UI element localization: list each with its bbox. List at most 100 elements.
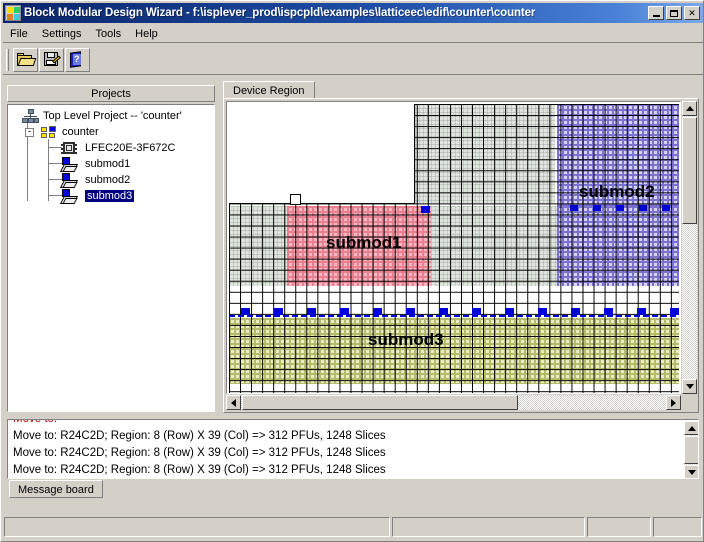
project-tree[interactable]: Top Level Project -- 'counter' - counter — [7, 104, 215, 412]
project-root-icon — [22, 108, 40, 124]
scroll-left-button[interactable] — [226, 395, 241, 410]
status-bar — [3, 515, 703, 539]
hscroll-thumb[interactable] — [242, 395, 518, 410]
arrow-up-icon — [685, 106, 694, 111]
scrollbar-corner — [682, 395, 697, 410]
projects-header: Projects — [7, 85, 215, 102]
device-blank-border — [229, 104, 415, 204]
tree-item-device[interactable]: LFEC20E-3F672C — [61, 140, 214, 156]
port-marker — [571, 308, 580, 315]
maximize-button[interactable] — [666, 6, 682, 20]
arrow-down-icon — [685, 384, 694, 389]
open-button[interactable] — [13, 47, 38, 72]
canvas-hscrollbar[interactable] — [226, 395, 681, 410]
message-vscrollbar[interactable] — [684, 421, 698, 478]
tree-item-label-selected: submod3 — [85, 190, 135, 202]
message-line: Move to: R24C2D; Region: 8 (Row) X 39 (C… — [13, 464, 386, 476]
minimize-button[interactable] — [648, 6, 664, 20]
menu-item-help[interactable]: Help — [128, 26, 165, 42]
tree-item-label: LFEC20E-3F672C — [85, 142, 176, 154]
region-boundary-submod3 — [229, 315, 679, 317]
vscroll-thumb[interactable] — [682, 117, 697, 224]
save-button[interactable] — [39, 47, 64, 72]
tree-item-submod1[interactable]: submod1 — [59, 156, 214, 172]
application-window: Block Modular Design Wizard - f:\ispleve… — [0, 0, 704, 542]
menu-item-settings[interactable]: Settings — [35, 26, 89, 42]
status-pane-1 — [4, 517, 390, 537]
region-label-submod1: submod1 — [326, 233, 402, 252]
port-marker — [662, 205, 670, 211]
port-marker — [406, 308, 415, 315]
port-marker — [274, 308, 283, 315]
message-scroll-down-button[interactable] — [684, 465, 698, 478]
tab-message-board[interactable]: Message board — [9, 480, 103, 498]
module-icon — [41, 125, 59, 140]
save-icon — [43, 51, 61, 68]
menu-item-tools[interactable]: Tools — [88, 26, 128, 42]
submodule-icon — [59, 172, 79, 188]
projects-panel: Projects Top Level Project -- 'counter' … — [7, 85, 215, 412]
tree-connector — [48, 179, 62, 180]
tree-connector — [48, 139, 49, 201]
title-bar: Block Modular Design Wizard - f:\ispleve… — [3, 3, 703, 23]
region-label-submod3: submod3 — [368, 330, 444, 349]
message-vscroll-thumb[interactable] — [684, 436, 698, 464]
tree-item-top-level-project[interactable]: Top Level Project -- 'counter' — [22, 108, 214, 124]
expander-collapse-icon[interactable]: - — [25, 127, 34, 137]
port-marker — [570, 205, 578, 211]
port-marker — [604, 308, 613, 315]
arrow-up-icon — [687, 425, 696, 431]
menu-bar: File Settings Tools Help — [3, 25, 703, 43]
submodule-icon — [59, 156, 79, 172]
tree-connector — [48, 163, 62, 164]
status-pane-2 — [392, 517, 585, 537]
port-marker — [373, 308, 382, 315]
port-marker — [439, 308, 448, 315]
port-marker — [593, 205, 601, 211]
tree-connector — [48, 147, 62, 148]
submodule-icon — [59, 188, 79, 204]
tree-item-label: submod1 — [85, 158, 131, 170]
device-chip-icon — [61, 141, 79, 156]
status-pane-3 — [587, 517, 651, 537]
arrow-down-icon — [687, 469, 696, 475]
tree-item-submod3[interactable]: submod3 — [59, 188, 214, 204]
scroll-down-button[interactable] — [682, 379, 697, 394]
message-line: Move to: R24C2D; Region: 8 (Row) X 39 (C… — [13, 447, 386, 459]
tree-item-label: submod2 — [85, 174, 131, 186]
tree-connector — [48, 195, 62, 196]
port-marker — [307, 308, 316, 315]
port-marker — [505, 308, 514, 315]
port-marker — [538, 308, 547, 315]
window-title: Block Modular Design Wizard - f:\ispleve… — [24, 7, 536, 19]
arrow-left-icon — [231, 398, 236, 407]
device-notch — [290, 194, 301, 205]
scroll-right-button[interactable] — [666, 395, 681, 410]
scroll-up-button[interactable] — [682, 101, 697, 116]
tab-device-region[interactable]: Device Region — [223, 81, 315, 99]
toolbar-grip[interactable] — [6, 48, 9, 71]
device-region-panel: Device Region submod1 submod2 submod3 — [223, 81, 699, 413]
message-list[interactable]: Move to: Move to: R24C2D; Region: 8 (Row… — [7, 419, 699, 479]
tree-item-label: Top Level Project -- 'counter' — [43, 110, 182, 122]
port-marker — [616, 205, 624, 211]
port-marker — [340, 308, 349, 315]
device-canvas[interactable]: submod1 submod2 submod3 — [226, 101, 681, 394]
window-controls: ✕ — [648, 6, 701, 20]
port-marker — [637, 308, 646, 315]
tree-item-counter[interactable]: - counter — [25, 124, 214, 140]
help-book-icon: ? — [70, 50, 85, 68]
help-button[interactable]: ? — [65, 47, 90, 72]
status-pane-4 — [653, 517, 702, 537]
tree-item-label: counter — [62, 126, 99, 138]
canvas-vscrollbar[interactable] — [682, 101, 697, 394]
open-folder-icon — [16, 52, 36, 67]
port-marker — [421, 206, 430, 213]
message-scroll-up-button[interactable] — [684, 421, 698, 435]
tree-item-submod2[interactable]: submod2 — [59, 172, 214, 188]
menu-item-file[interactable]: File — [3, 26, 35, 42]
region-label-submod2: submod2 — [579, 182, 655, 201]
wizard-icon — [5, 5, 21, 21]
close-button[interactable]: ✕ — [684, 6, 700, 20]
port-marker — [472, 308, 481, 315]
